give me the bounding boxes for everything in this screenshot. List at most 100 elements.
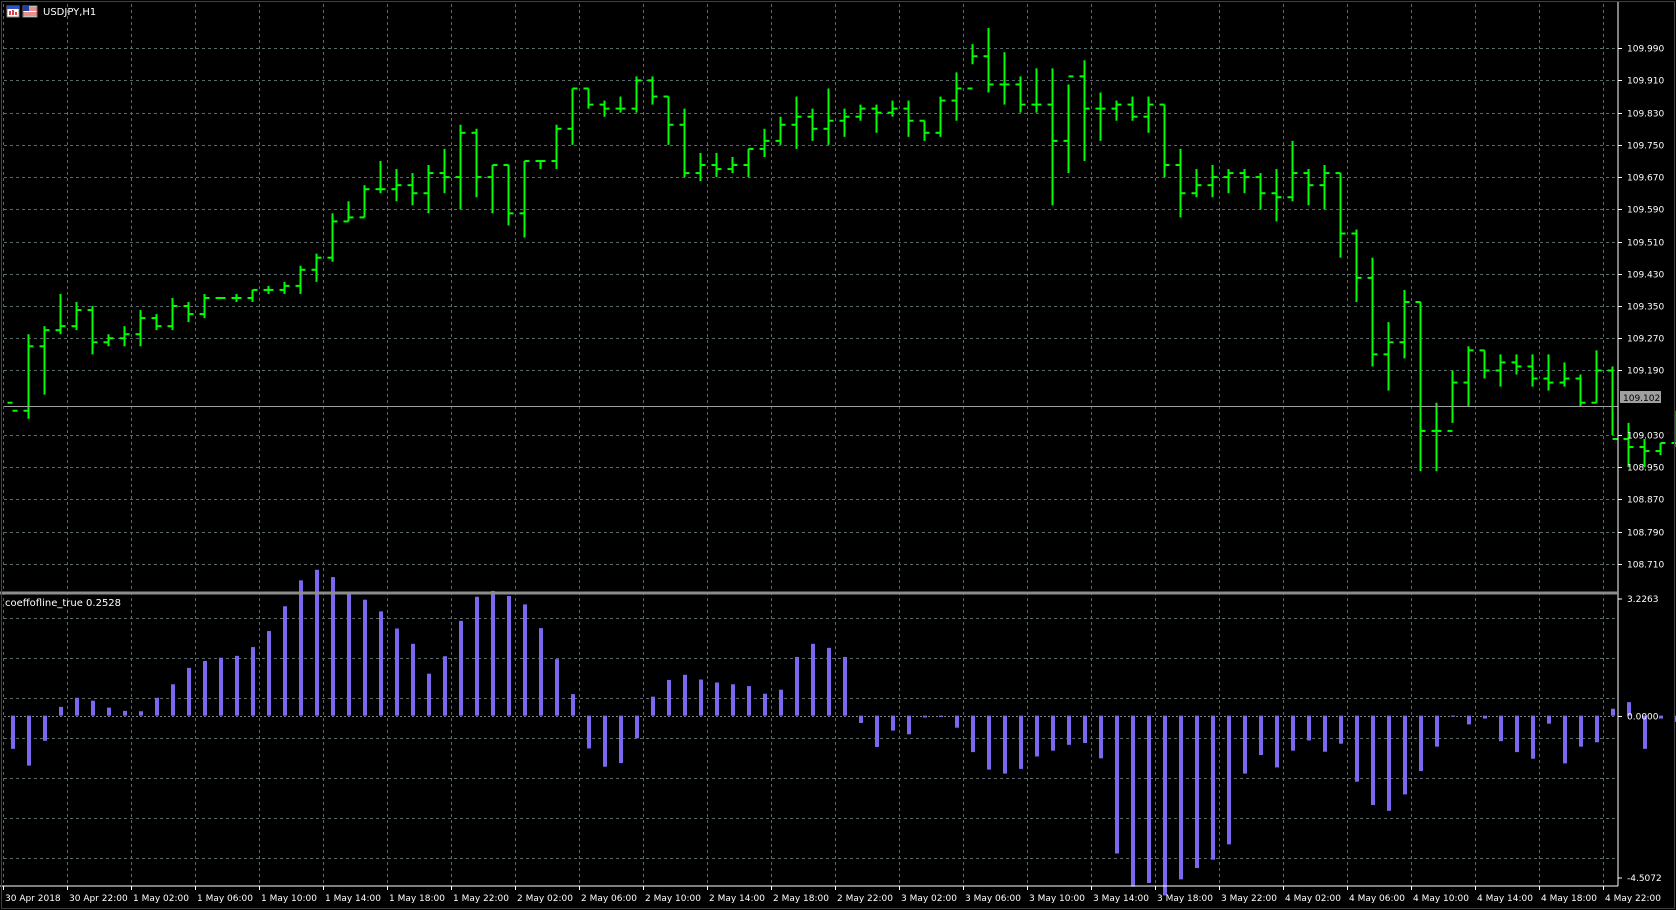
indicator-title: coeffofline_true 0.2528 (5, 598, 121, 609)
time-axis-label: 1 May 10:00 (261, 894, 317, 904)
histogram-bar (1483, 715, 1487, 719)
histogram-bar (1115, 715, 1119, 854)
time-axis-label: 1 May 22:00 (453, 894, 509, 904)
histogram-bar (1051, 715, 1055, 751)
indicator-axis-label: 3.2263 (1627, 595, 1659, 605)
time-axis-label: 3 May 10:00 (1029, 894, 1085, 904)
histogram-bar (363, 599, 367, 716)
histogram-bar (27, 715, 31, 766)
price-axis-label: 109.190 (1627, 367, 1664, 377)
histogram-bar (507, 596, 511, 716)
histogram-bar (347, 592, 351, 716)
histogram-bar (1291, 715, 1295, 751)
histogram-bar (523, 604, 527, 716)
histogram-bar (43, 715, 47, 741)
histogram-bar (1403, 715, 1407, 795)
histogram-bar (1611, 708, 1615, 716)
histogram-bar (171, 684, 175, 716)
histogram-bar (539, 628, 543, 716)
histogram-bar (1435, 715, 1439, 747)
histogram-bar (1419, 715, 1423, 772)
price-axis-label: 108.790 (1627, 529, 1664, 539)
current-price-label: 109.102 (1623, 394, 1660, 404)
histogram-bar (1147, 715, 1151, 884)
histogram-bar (1227, 715, 1231, 845)
time-axis-label: 2 May 02:00 (517, 894, 573, 904)
histogram-bar (1003, 715, 1007, 774)
time-axis-label: 3 May 18:00 (1157, 894, 1213, 904)
histogram-bar (91, 700, 95, 716)
histogram-bar (1323, 715, 1327, 752)
time-axis-label: 1 May 14:00 (325, 894, 381, 904)
histogram-bar (475, 596, 479, 716)
histogram-bar (1499, 715, 1503, 742)
histogram-bar (1131, 715, 1135, 887)
price-axis-label: 109.350 (1627, 303, 1664, 313)
price-axis-label: 109.990 (1627, 45, 1664, 55)
histogram-bar (1371, 715, 1375, 805)
histogram-bar (203, 660, 207, 716)
current-price-tag: 109.102 (1620, 391, 1661, 404)
histogram-bar (939, 715, 943, 718)
price-axis-label: 109.270 (1627, 335, 1664, 345)
price-axis-label: 109.910 (1627, 77, 1664, 87)
histogram-bar (667, 679, 671, 716)
histogram-bar (1259, 715, 1263, 756)
time-axis-label: 4 May 14:00 (1477, 894, 1533, 904)
time-axis-label: 2 May 06:00 (581, 894, 637, 904)
histogram-bar (1547, 715, 1551, 724)
usd-flag-icon (22, 5, 38, 18)
histogram-bar (491, 590, 495, 716)
histogram-bar (843, 656, 847, 716)
time-axis-label: 2 May 14:00 (709, 894, 765, 904)
time-axis-label: 2 May 18:00 (773, 894, 829, 904)
histogram-bar (1019, 715, 1023, 769)
histogram-bar (715, 682, 719, 716)
histogram-bar (891, 715, 895, 731)
histogram-bar (1243, 715, 1247, 774)
histogram-bar (11, 715, 15, 749)
histogram-bar (1083, 715, 1087, 743)
histogram-bar (619, 715, 623, 764)
time-axis-label: 2 May 22:00 (837, 894, 893, 904)
price-axis-label: 109.030 (1627, 432, 1664, 442)
chart-background (0, 0, 1676, 910)
chart-window-icon[interactable] (6, 5, 20, 18)
histogram-bar (987, 715, 991, 770)
histogram-bar (411, 643, 415, 716)
histogram-bar (1595, 715, 1599, 743)
histogram-bar (283, 606, 287, 716)
histogram-bar (155, 697, 159, 716)
histogram-bar (1387, 715, 1391, 811)
price-axis-label: 109.670 (1627, 174, 1664, 184)
histogram-bar (651, 696, 655, 716)
histogram-bar (779, 689, 783, 716)
histogram-bar (1659, 715, 1663, 719)
time-axis-label: 3 May 14:00 (1093, 894, 1149, 904)
histogram-bar (907, 715, 911, 735)
histogram-bar (251, 647, 255, 716)
histogram-bar (811, 643, 815, 716)
price-axis-label: 109.590 (1627, 206, 1664, 216)
histogram-bar (139, 711, 143, 716)
histogram-bar (555, 659, 559, 716)
histogram-bar (923, 715, 927, 718)
price-axis-label: 109.830 (1627, 110, 1664, 120)
trading-chart[interactable]: 109.990 109.910 109.830 109.750 109.670 109.5… (0, 0, 1676, 910)
histogram-bar (571, 694, 575, 716)
histogram-bar (59, 706, 63, 716)
histogram-bar (859, 715, 863, 723)
histogram-bar (587, 715, 591, 749)
histogram-bar (731, 684, 735, 716)
time-axis-label: 30 Apr 2018 (5, 894, 61, 904)
histogram-bar (443, 656, 447, 716)
price-axis-label: 109.430 (1627, 271, 1664, 281)
histogram-bar (1179, 715, 1183, 880)
histogram-bar (427, 673, 431, 716)
histogram-bar (395, 628, 399, 716)
histogram-bar (747, 686, 751, 716)
histogram-bar (75, 697, 79, 716)
price-axis-label: 108.710 (1627, 561, 1664, 571)
histogram-bar (1531, 715, 1535, 759)
time-axis-label: 4 May 22:00 (1605, 894, 1661, 904)
